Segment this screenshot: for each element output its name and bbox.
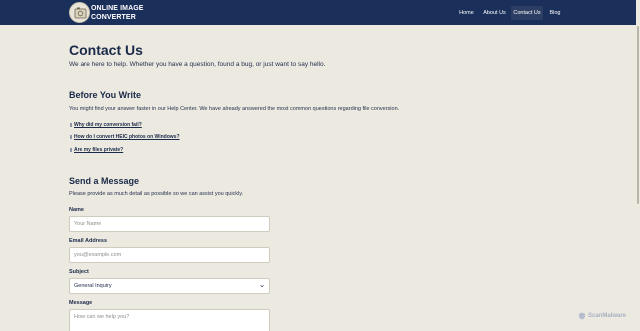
scrollbar-thumb[interactable] xyxy=(637,26,639,204)
scrollbar[interactable] xyxy=(636,0,640,331)
page-title: Contact Us xyxy=(69,42,143,58)
bullet-icon xyxy=(70,123,72,127)
faq-link-label: How do I convert HEIC photos on Windows? xyxy=(74,134,180,140)
name-label: Name xyxy=(69,207,84,213)
nav-home[interactable]: Home xyxy=(455,6,478,20)
watermark: ScanMalware xyxy=(578,312,626,320)
email-input[interactable]: you@example.com xyxy=(69,247,270,263)
chevron-down-icon xyxy=(260,284,264,288)
nav-blog[interactable]: Blog xyxy=(546,6,564,20)
nav-about-us[interactable]: About Us xyxy=(481,6,508,20)
help-center-text: You might find your answer faster in our… xyxy=(69,106,400,112)
message-label: Message xyxy=(69,300,93,306)
send-message-text: Please provide as much detail as possibl… xyxy=(69,191,244,197)
shield-icon xyxy=(579,312,585,320)
message-textarea[interactable]: How can we help you? xyxy=(69,309,270,331)
subject-select[interactable]: General Inquiry xyxy=(69,278,270,294)
email-label: Email Address xyxy=(69,238,108,244)
send-message-heading: Send a Message xyxy=(69,176,140,186)
watermark-text: ScanMalware xyxy=(588,313,627,319)
bullet-icon xyxy=(70,148,72,152)
bullet-icon xyxy=(70,135,72,139)
faq-link-conversion-fail[interactable]: Why did my conversion fail? xyxy=(70,122,142,128)
name-input[interactable]: Your Name xyxy=(69,216,270,232)
subject-value: General Inquiry xyxy=(74,283,112,289)
before-you-write-heading: Before You Write xyxy=(69,90,142,100)
page-lead: We are here to help. Whether you have a … xyxy=(69,61,326,68)
subject-label: Subject xyxy=(69,269,89,275)
faq-link-label: Are my files private? xyxy=(74,147,124,153)
faq-link-files-private[interactable]: Are my files private? xyxy=(70,147,123,153)
main-nav: Home About Us Contact Us Blog xyxy=(0,6,640,20)
faq-link-label: Why did my conversion fail? xyxy=(74,122,142,128)
nav-contact-us[interactable]: Contact Us xyxy=(511,6,543,20)
site-header: Online Image Converter Home About Us Con… xyxy=(0,0,640,25)
faq-link-heic-windows[interactable]: How do I convert HEIC photos on Windows? xyxy=(70,134,180,140)
